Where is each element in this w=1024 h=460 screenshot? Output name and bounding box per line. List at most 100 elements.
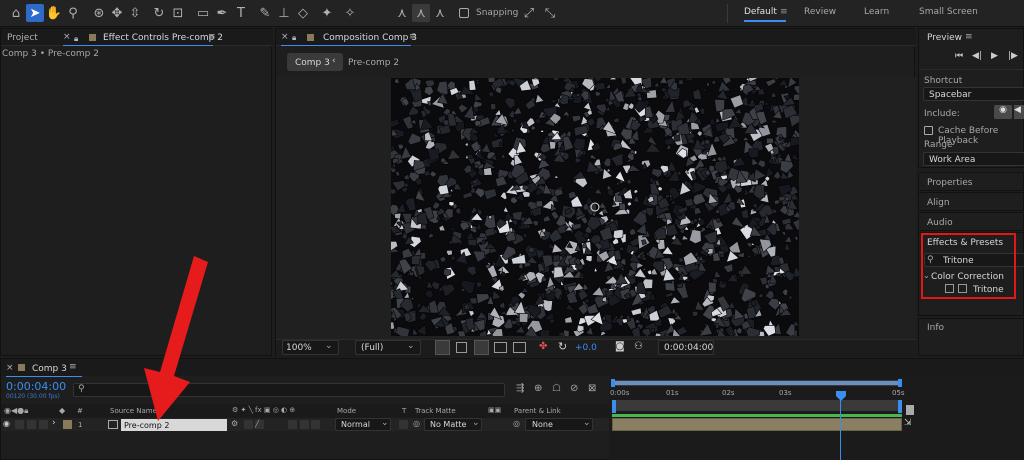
panel-menu-icon[interactable]: ≡ (69, 362, 77, 372)
previous-frame-icon[interactable]: ◀︎| (972, 51, 982, 61)
hand-tool-icon[interactable]: ✋ (45, 4, 63, 22)
layer-duration-bar[interactable] (612, 418, 902, 431)
workspace-menu-icon[interactable]: ≡ (780, 7, 788, 17)
selection-tool-icon[interactable]: ➤ (26, 4, 44, 22)
panel-menu-icon[interactable]: ≡ (208, 32, 216, 42)
layer-label-color[interactable] (63, 420, 72, 429)
track-matte-pickwhip-icon[interactable]: ◎ (413, 419, 420, 428)
snapshot-icon[interactable]: ◙ (615, 341, 625, 352)
snap-shrink-icon[interactable]: ⤡ (541, 4, 559, 22)
align-title[interactable]: Align (927, 198, 950, 208)
info-panel[interactable]: Info (918, 318, 1024, 356)
timeline-search-input[interactable] (73, 383, 505, 397)
info-title[interactable]: Info (927, 323, 944, 333)
zoom-tool-icon[interactable]: ⚲ (64, 4, 82, 22)
eraser-tool-icon[interactable]: ◇ (294, 4, 312, 22)
cache-checkbox[interactable] (924, 126, 933, 135)
color-channels-icon[interactable]: ✤ (539, 341, 547, 352)
workspace-review[interactable]: Review (804, 7, 836, 17)
chevron-left-icon[interactable]: ‹ (332, 56, 336, 66)
roto-brush-icon[interactable]: ✦ (318, 4, 336, 22)
work-area-end[interactable] (898, 400, 902, 413)
mask-visibility-icon[interactable] (474, 340, 489, 355)
align-panel[interactable]: Align (918, 192, 1024, 211)
grid-guides-icon[interactable] (513, 342, 526, 353)
rectangle-tool-icon[interactable]: ▭ (194, 4, 212, 22)
close-icon[interactable]: × (63, 32, 71, 42)
world-axis-icon[interactable]: ⋏ (412, 4, 430, 22)
adjustment-switch[interactable] (300, 420, 309, 429)
region-of-interest-icon[interactable] (494, 342, 507, 353)
brush-tool-icon[interactable]: ✎ (256, 4, 274, 22)
properties-title[interactable]: Properties (927, 178, 972, 188)
type-tool-icon[interactable]: T (232, 4, 250, 22)
shy-layers-icon[interactable]: ☖ (552, 383, 561, 394)
audio-panel[interactable]: Audio (918, 212, 1024, 231)
layer-name[interactable]: Pre-comp 2 (124, 421, 169, 430)
navigator-end-handle[interactable] (898, 379, 902, 387)
panel-menu-icon[interactable]: ≡ (965, 32, 973, 42)
parent-pickwhip-icon[interactable]: ◎ (513, 419, 520, 428)
tab-timeline-comp[interactable]: Comp 3 (32, 364, 67, 374)
chevron-right-icon[interactable]: › (52, 418, 56, 428)
orbit-camera-icon[interactable]: ⊛ (90, 4, 108, 22)
tab-effect-controls[interactable]: Effect Controls Pre-comp 2 (103, 33, 223, 43)
lock-toggle[interactable] (39, 420, 48, 429)
timeline-current-time[interactable]: 0:00:04:00 (6, 380, 66, 393)
tab-composition[interactable]: Composition Comp 3 (323, 33, 417, 43)
audio-title[interactable]: Audio (927, 218, 953, 228)
layer-end-handle-icon[interactable]: ⇲ (904, 418, 912, 428)
motion-blur-icon[interactable]: ⊘ (570, 383, 578, 394)
home-icon[interactable]: ⌂ (7, 4, 25, 22)
include-video-icon[interactable]: ◉ (994, 105, 1012, 119)
include-audio-icon[interactable]: ◀︎ (1014, 105, 1024, 119)
panel-menu-icon[interactable]: ≡ (409, 32, 417, 42)
lock-icon[interactable]: 🔒︎ (74, 34, 78, 44)
collapse-switch-icon[interactable]: ⚙ (231, 419, 238, 428)
dolly-camera-icon[interactable]: ⇳ (126, 4, 144, 22)
snapping-checkbox[interactable] (459, 8, 469, 18)
solo-toggle[interactable] (27, 420, 36, 429)
show-snapshot-icon[interactable]: ⚇ (634, 341, 643, 352)
flowchart-current-comp[interactable]: Comp 3 (295, 58, 330, 68)
graph-editor-icon[interactable]: ⊠ (588, 383, 596, 394)
rotate-tool-icon[interactable]: ↻ (150, 4, 168, 22)
lock-icon[interactable]: 🔒︎ (292, 33, 296, 43)
next-frame-icon[interactable]: |▶︎ (1008, 51, 1018, 61)
view-axis-icon[interactable]: ⋏ (431, 4, 449, 22)
local-axis-icon[interactable]: ⋏ (393, 4, 411, 22)
first-frame-icon[interactable]: ⏮ (955, 51, 963, 61)
clone-stamp-icon[interactable]: ⊥ (275, 4, 293, 22)
eye-icon[interactable]: ◉ (3, 419, 10, 428)
work-area-start[interactable] (612, 400, 616, 413)
reset-exposure-icon[interactable]: ↻ (558, 340, 567, 353)
time-ruler[interactable] (612, 400, 902, 411)
play-icon[interactable]: ▶︎ (991, 51, 998, 61)
fast-previews-icon[interactable] (435, 340, 450, 355)
workspace-default[interactable]: Default (744, 7, 777, 17)
navigator-start-handle[interactable] (611, 379, 615, 387)
tab-project[interactable]: Project (7, 33, 38, 43)
exposure-value[interactable]: +0.0 (575, 343, 597, 353)
close-icon[interactable]: × (281, 32, 289, 42)
preserve-transparency-toggle[interactable] (399, 420, 408, 429)
workspace-learn[interactable]: Learn (864, 7, 889, 17)
time-navigator-range[interactable] (612, 381, 902, 385)
pen-tool-icon[interactable]: ✒ (213, 4, 231, 22)
comp-marker-bin[interactable] (906, 405, 914, 415)
draft-3d-icon[interactable]: ⊕ (534, 383, 542, 394)
workspace-small-screen[interactable]: Small Screen (919, 7, 978, 17)
composition-flowchart-icon[interactable]: ⇶ (516, 383, 524, 394)
effect-switch[interactable]: ╱ (255, 420, 264, 429)
3d-switch[interactable] (311, 420, 320, 429)
audio-toggle[interactable] (15, 420, 24, 429)
composition-canvas[interactable] (391, 78, 799, 336)
anchor-point-tool-icon[interactable]: ⊡ (169, 4, 187, 22)
transparency-grid-icon[interactable] (456, 342, 467, 353)
puppet-pin-icon[interactable]: ✧ (341, 4, 359, 22)
blend-switch[interactable] (288, 420, 297, 429)
flowchart-child-comp[interactable]: Pre-comp 2 (348, 58, 399, 68)
close-icon[interactable]: × (6, 363, 14, 373)
properties-panel[interactable]: Properties (918, 172, 1024, 191)
snap-expand-icon[interactable]: ⤢ (520, 4, 538, 22)
